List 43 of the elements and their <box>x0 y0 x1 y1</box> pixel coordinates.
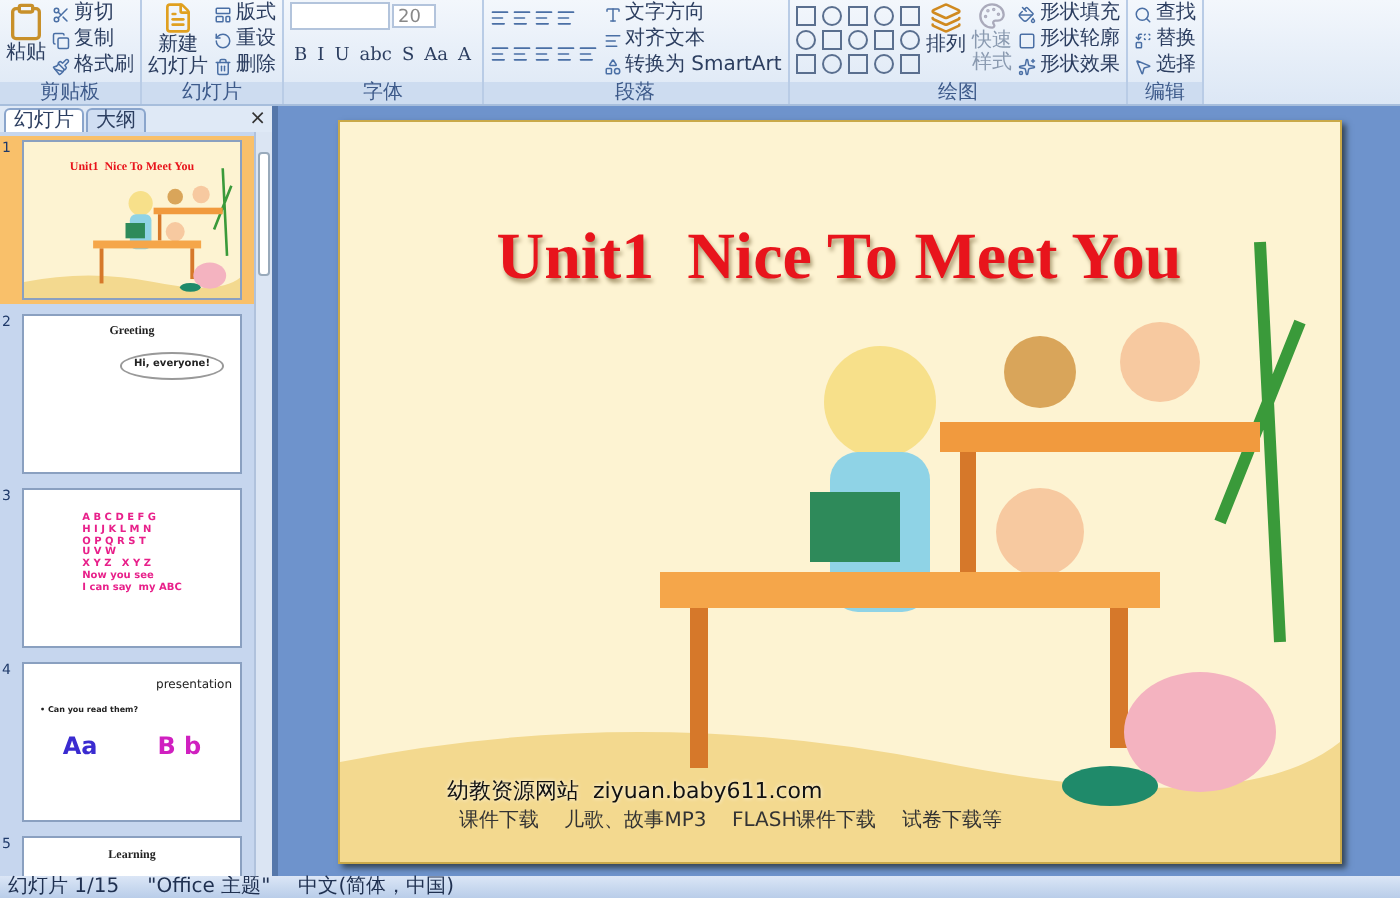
close-button[interactable]: × <box>249 108 272 132</box>
status-text: 中文(简体，中国) <box>298 876 455 898</box>
format-button[interactable]: I <box>313 44 329 68</box>
font-size-field[interactable]: 20 <box>392 4 436 28</box>
ribbon-button[interactable]: 形状效果 <box>1017 54 1120 78</box>
ribbon-button[interactable]: 替换 <box>1133 28 1196 52</box>
new-slide-button[interactable]: 新建 幻灯片 <box>148 2 208 78</box>
ribbon-button[interactable]: 版式 <box>214 2 276 26</box>
letter-pair: B b <box>157 734 202 763</box>
ribbon-button[interactable]: 形状填充 <box>1017 2 1120 26</box>
status-text: 幻灯片 1/15 <box>8 876 120 898</box>
site-text: 幼教资源网站 ziyuan.baby611.com <box>447 775 825 805</box>
format-button[interactable]: abc <box>355 44 396 68</box>
format-button[interactable]: U <box>330 44 354 68</box>
ribbon-button[interactable]: 重设 <box>214 28 276 52</box>
ribbon-button[interactable]: 删除 <box>214 54 276 78</box>
group-label: 编辑 <box>1127 82 1202 104</box>
group-label: 绘图 <box>789 82 1126 104</box>
status-text: "Office 主题" <box>147 876 271 898</box>
paste-button[interactable]: 粘贴 <box>6 2 46 64</box>
format-button[interactable]: B <box>290 44 312 68</box>
group-label: 字体 <box>284 82 481 104</box>
ribbon-button[interactable]: 形状轮廓 <box>1017 28 1120 52</box>
ribbon-button[interactable]: 文字方向 <box>603 2 782 26</box>
format-button[interactable]: A <box>454 44 475 68</box>
ribbon-button[interactable]: 转换为 SmartArt <box>603 54 782 78</box>
group-label: 段落 <box>483 82 788 104</box>
ribbon-button[interactable]: 复制 <box>52 28 134 52</box>
tagline: 课件下载 儿歌、故事MP3 FLASH课件下载 试卷下载等 <box>459 807 1002 833</box>
format-button[interactable]: Aa <box>420 44 452 68</box>
ribbon-button[interactable]: 查找 <box>1133 2 1196 26</box>
group-label: 剪贴板 <box>0 82 140 104</box>
format-button[interactable]: S <box>397 44 419 68</box>
group-label: 幻灯片 <box>142 82 282 104</box>
letter-pair: Aa <box>62 734 98 763</box>
slide-title: Unit1 Nice To Meet You <box>496 221 1182 295</box>
pane-tab[interactable]: 幻灯片 <box>4 108 84 132</box>
arrange-button[interactable]: 排列 <box>925 2 966 56</box>
ribbon-button[interactable]: 选择 <box>1133 54 1196 78</box>
ribbon-button[interactable]: 剪切 <box>52 2 134 26</box>
pane-tab[interactable]: 大纲 <box>86 108 146 132</box>
ribbon-button[interactable]: 对齐文本 <box>603 28 782 52</box>
ribbon-button[interactable]: 格式刷 <box>52 54 134 78</box>
